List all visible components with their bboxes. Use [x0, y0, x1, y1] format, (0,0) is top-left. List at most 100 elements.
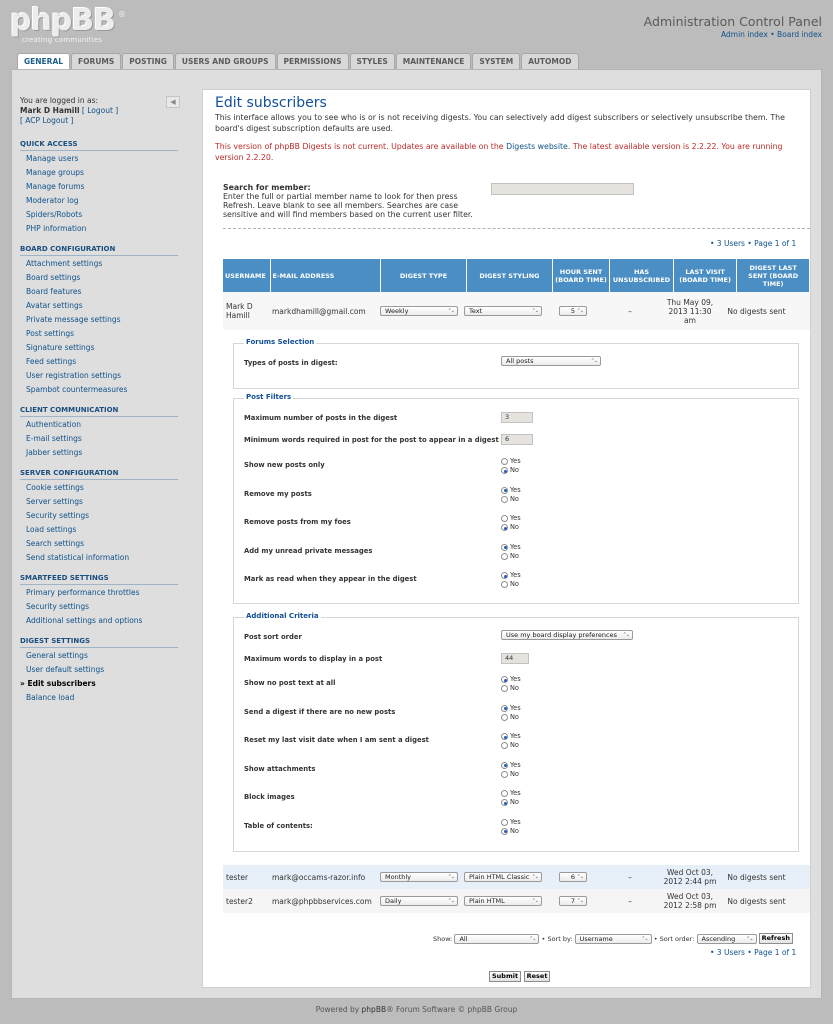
- digest-style-select[interactable]: Plain HTML: [464, 896, 542, 906]
- tab-automod[interactable]: AUTOMOD: [521, 53, 579, 69]
- radio-button[interactable]: [501, 685, 508, 692]
- sidebar-item-board-features[interactable]: Board features: [20, 285, 178, 299]
- posts-type-select[interactable]: All posts: [501, 356, 601, 366]
- hour-sent-select[interactable]: 5: [559, 306, 587, 316]
- radio-no[interactable]: No: [501, 713, 521, 722]
- sort-by-select[interactable]: Username: [574, 933, 652, 944]
- sidebar-item-e-mail-settings[interactable]: E-mail settings: [20, 432, 178, 446]
- radio-button[interactable]: [501, 543, 508, 551]
- member-search-input[interactable]: [491, 183, 634, 195]
- radio-button[interactable]: [501, 458, 508, 465]
- radio-no[interactable]: No: [501, 827, 521, 836]
- max-posts-input[interactable]: 3: [501, 412, 533, 423]
- radio-button[interactable]: [501, 790, 508, 797]
- radio-no[interactable]: No: [501, 684, 521, 693]
- tab-general[interactable]: GENERAL: [17, 53, 71, 70]
- radio-button[interactable]: [501, 552, 508, 560]
- tab-users-and-groups[interactable]: USERS AND GROUPS: [174, 53, 276, 69]
- radio-button[interactable]: [501, 799, 508, 806]
- radio-yes[interactable]: Yes: [501, 732, 521, 741]
- radio-button[interactable]: [501, 524, 508, 531]
- sidebar-item-load-settings[interactable]: Load settings: [20, 523, 178, 537]
- radio-button[interactable]: [501, 515, 508, 522]
- digest-style-select[interactable]: Plain HTML Classic: [464, 872, 542, 882]
- digest-style-select[interactable]: Text: [464, 306, 542, 316]
- tab-styles[interactable]: STYLES: [349, 53, 395, 69]
- radio-yes[interactable]: Yes: [501, 761, 521, 770]
- digest-type-select[interactable]: Weekly: [380, 306, 458, 316]
- radio-no[interactable]: No: [501, 495, 521, 504]
- sidebar-item-manage-groups[interactable]: Manage groups: [20, 166, 178, 180]
- sidebar-item-cookie-settings[interactable]: Cookie settings: [20, 481, 178, 495]
- sidebar-item-post-settings[interactable]: Post settings: [20, 327, 178, 341]
- sidebar-item-user-registration-settings[interactable]: User registration settings: [20, 369, 178, 383]
- sidebar-item-search-settings[interactable]: Search settings: [20, 537, 178, 551]
- radio-no[interactable]: No: [501, 552, 521, 561]
- sidebar-item-security-settings[interactable]: Security settings: [20, 509, 178, 523]
- digest-type-select[interactable]: Monthly: [380, 872, 458, 882]
- sidebar-item-server-settings[interactable]: Server settings: [20, 495, 178, 509]
- radio-button[interactable]: [501, 581, 508, 588]
- sidebar-item-spiders-robots[interactable]: Spiders/Robots: [20, 208, 178, 222]
- max-words-input[interactable]: 44: [501, 653, 529, 664]
- sidebar-item-manage-forums[interactable]: Manage forums: [20, 180, 178, 194]
- show-select[interactable]: All: [454, 933, 540, 944]
- sidebar-item-signature-settings[interactable]: Signature settings: [20, 341, 178, 355]
- min-words-input[interactable]: 6: [501, 434, 533, 445]
- digests-website-link[interactable]: Digests website: [506, 142, 568, 151]
- radio-button[interactable]: [501, 467, 508, 474]
- tab-forums[interactable]: FORUMS: [71, 53, 122, 69]
- radio-no[interactable]: No: [501, 580, 521, 589]
- sidebar-item-general-settings[interactable]: General settings: [20, 649, 178, 663]
- pagination-bottom[interactable]: • 3 Users • Page 1 of 1: [710, 948, 796, 957]
- radio-yes[interactable]: Yes: [501, 704, 521, 713]
- sidebar-item-moderator-log[interactable]: Moderator log: [20, 194, 178, 208]
- sidebar-item-authentication[interactable]: Authentication: [20, 418, 178, 432]
- refresh-button[interactable]: Refresh: [758, 933, 793, 944]
- radio-button[interactable]: [501, 704, 508, 712]
- radio-button[interactable]: [501, 713, 508, 721]
- sidebar-item-spambot-countermeasures[interactable]: Spambot countermeasures: [20, 383, 178, 397]
- radio-no[interactable]: No: [501, 770, 521, 779]
- collapse-menu-button[interactable]: ◀: [166, 96, 180, 108]
- radio-button[interactable]: [501, 486, 508, 494]
- sidebar-item-balance-load[interactable]: Balance load: [20, 691, 178, 705]
- phpbb-link[interactable]: phpBB: [362, 1005, 387, 1014]
- sidebar-item-jabber-settings[interactable]: Jabber settings: [20, 446, 178, 460]
- hour-sent-select[interactable]: 7: [559, 896, 587, 906]
- sidebar-item-edit-subscribers[interactable]: Edit subscribers: [20, 677, 178, 691]
- hour-sent-select[interactable]: 6: [559, 872, 587, 882]
- acp-logout-link[interactable]: [ ACP Logout ]: [20, 116, 73, 125]
- sidebar-item-board-settings[interactable]: Board settings: [20, 271, 178, 285]
- radio-yes[interactable]: Yes: [501, 514, 521, 523]
- admin-index-link[interactable]: Admin index: [721, 30, 768, 39]
- radio-yes[interactable]: Yes: [501, 486, 521, 495]
- sidebar-item-user-default-settings[interactable]: User default settings: [20, 663, 178, 677]
- logout-link[interactable]: [ Logout ]: [82, 106, 118, 115]
- sidebar-item-primary-performance-throttles[interactable]: Primary performance throttles: [20, 586, 178, 600]
- radio-button[interactable]: [501, 495, 508, 503]
- radio-button[interactable]: [501, 733, 508, 740]
- board-index-link[interactable]: Board index: [777, 30, 822, 39]
- pagination-top[interactable]: • 3 Users • Page 1 of 1: [710, 239, 796, 248]
- submit-button[interactable]: Submit: [489, 971, 522, 982]
- radio-no[interactable]: No: [501, 523, 521, 532]
- radio-yes[interactable]: Yes: [501, 818, 521, 827]
- radio-no[interactable]: No: [501, 466, 521, 475]
- digest-type-select[interactable]: Daily: [380, 896, 458, 906]
- radio-button[interactable]: [501, 761, 508, 769]
- reset-button[interactable]: Reset: [523, 971, 551, 982]
- tab-posting[interactable]: POSTING: [122, 53, 174, 69]
- sidebar-item-additional-settings-and-options[interactable]: Additional settings and options: [20, 614, 178, 628]
- sidebar-item-attachment-settings[interactable]: Attachment settings: [20, 257, 178, 271]
- radio-no[interactable]: No: [501, 741, 521, 750]
- radio-button[interactable]: [501, 818, 508, 826]
- sidebar-item-manage-users[interactable]: Manage users: [20, 152, 178, 166]
- sidebar-item-avatar-settings[interactable]: Avatar settings: [20, 299, 178, 313]
- radio-button[interactable]: [501, 827, 508, 835]
- radio-yes[interactable]: Yes: [501, 789, 521, 798]
- radio-yes[interactable]: Yes: [501, 543, 521, 552]
- sort-order-select2[interactable]: Ascending: [696, 933, 757, 944]
- tab-system[interactable]: SYSTEM: [472, 53, 521, 69]
- sidebar-item-send-statistical-information[interactable]: Send statistical information: [20, 551, 178, 565]
